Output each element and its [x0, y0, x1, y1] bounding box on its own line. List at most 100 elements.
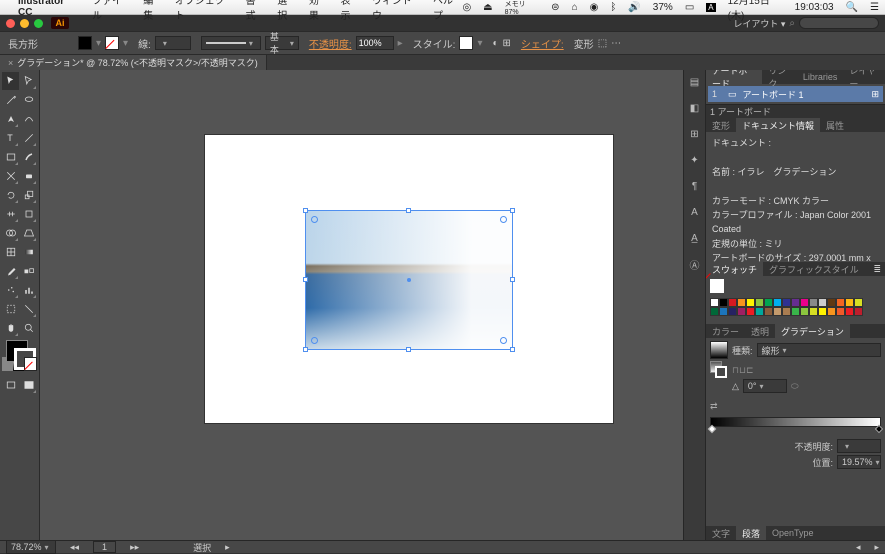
screen-mode-toggle[interactable] — [20, 376, 37, 394]
tab-transform[interactable]: 変形 — [706, 118, 736, 132]
nav-next-icon[interactable]: ▸▸ — [130, 542, 139, 553]
opacity-field[interactable]: 100% — [356, 36, 394, 50]
swatch-color[interactable] — [782, 298, 791, 307]
gradient-fill-stroke[interactable] — [710, 361, 728, 379]
close-tab-icon[interactable]: × — [8, 58, 13, 68]
swatch-color[interactable] — [854, 307, 863, 316]
swatch-color[interactable] — [800, 307, 809, 316]
volume-icon[interactable]: 🔊 — [628, 2, 640, 13]
dock-item[interactable]: Ⓐ — [687, 256, 703, 272]
align-icon[interactable]: ⊞ — [503, 38, 511, 49]
swatch-color[interactable] — [728, 298, 737, 307]
stroke-swatch[interactable] — [105, 36, 119, 50]
artboard-tool[interactable] — [2, 300, 19, 318]
menubar-time[interactable]: 19:03:03 — [795, 2, 834, 13]
line-tool[interactable] — [20, 129, 37, 147]
isolate-icon[interactable]: ⬚ — [598, 38, 607, 49]
swatch-color[interactable] — [854, 298, 863, 307]
reverse-gradient-icon[interactable]: ⇄ — [710, 401, 718, 412]
swatch-none[interactable] — [710, 279, 724, 293]
stroke-weight-dropdown[interactable] — [155, 36, 191, 50]
recolor-icon[interactable]: ◐ — [492, 38, 498, 49]
canvas[interactable] — [40, 70, 683, 540]
spotlight-icon[interactable]: 🔍 — [846, 2, 858, 13]
notification-icon[interactable]: ☰ — [870, 2, 879, 13]
free-transform-tool[interactable] — [20, 205, 37, 223]
color-mode-none[interactable] — [24, 357, 37, 371]
aspect-icon[interactable]: ⬭ — [791, 381, 799, 392]
dock-item[interactable]: ✦ — [687, 152, 703, 168]
ime-icon[interactable]: A — [706, 3, 715, 12]
dock-item[interactable]: ▤ — [687, 74, 703, 90]
dropbox-icon[interactable]: ⌂ — [572, 2, 578, 13]
bluetooth-icon[interactable]: ᛒ — [610, 2, 616, 13]
stop-position-field[interactable]: 19.57% — [837, 455, 881, 469]
tab-links[interactable]: リンク — [762, 70, 796, 84]
tab-graphic-styles[interactable]: グラフィックスタイル — [763, 262, 865, 276]
swatch-color[interactable] — [755, 298, 764, 307]
selection-bounds[interactable] — [305, 210, 513, 350]
scroll-right-icon[interactable]: ▸ — [874, 542, 879, 553]
dock-item[interactable]: A — [687, 204, 703, 220]
scroll-left-icon[interactable]: ◂ — [856, 542, 861, 553]
panel-view-icon[interactable]: ≣ — [869, 264, 885, 275]
swatch-color[interactable] — [764, 298, 773, 307]
swatch-color[interactable] — [746, 307, 755, 316]
swatch-color[interactable] — [764, 307, 773, 316]
swatch-color[interactable] — [809, 307, 818, 316]
brush-def-dropdown[interactable]: 基本 — [265, 36, 299, 50]
shape-link[interactable]: シェイプ: — [521, 36, 564, 51]
tab-attributes[interactable]: 属性 — [820, 118, 850, 132]
perspective-tool[interactable] — [20, 224, 37, 242]
swatch-color[interactable] — [791, 298, 800, 307]
misc-icon[interactable]: ⋯ — [611, 38, 621, 49]
width-tool[interactable] — [2, 205, 19, 223]
menu-file[interactable]: ファイル — [92, 0, 131, 22]
swatch-color[interactable] — [773, 298, 782, 307]
dock-item[interactable]: A̲ — [687, 230, 703, 246]
dock-item[interactable]: ⊞ — [687, 126, 703, 142]
line-icon[interactable]: ⊜ — [551, 2, 559, 13]
rotate-tool[interactable] — [2, 186, 19, 204]
artboard-nav-field[interactable]: 1 — [93, 541, 116, 553]
resize-handle[interactable] — [303, 208, 308, 213]
scale-tool[interactable] — [20, 186, 37, 204]
swatch-color[interactable] — [827, 307, 836, 316]
eyedropper-tool[interactable] — [2, 262, 19, 280]
menu-select[interactable]: 選択 — [277, 0, 297, 22]
tab-artboards[interactable]: アートボード — [706, 70, 762, 84]
swatch-color[interactable] — [836, 307, 845, 316]
blend-tool[interactable] — [20, 262, 37, 280]
curvature-tool[interactable] — [20, 110, 37, 128]
swatch-color[interactable] — [737, 307, 746, 316]
swatch-color[interactable] — [719, 307, 728, 316]
swatch-color[interactable] — [809, 298, 818, 307]
gradient-type-dropdown[interactable]: 線形 — [757, 343, 881, 357]
selection-tool[interactable] — [2, 72, 19, 90]
menu-app[interactable]: Illustrator CC — [18, 0, 80, 18]
wifi-icon[interactable]: ◉ — [590, 2, 599, 13]
magic-wand-tool[interactable] — [2, 91, 19, 109]
menu-help[interactable]: ヘルプ — [433, 0, 462, 22]
screen-mode-normal[interactable] — [2, 376, 19, 394]
workspace-switcher[interactable]: レイアウト ▾ — [733, 17, 785, 30]
artboard-row[interactable]: 1 ▭ アートボード 1 ⊞ — [708, 86, 883, 102]
nav-prev-icon[interactable]: ◂◂ — [70, 542, 79, 553]
menu-view[interactable]: 表示 — [340, 0, 360, 22]
zoom-level-dropdown[interactable]: 78.72% — [6, 540, 56, 554]
dock-item[interactable]: ¶ — [687, 178, 703, 194]
resize-handle[interactable] — [303, 277, 308, 282]
tab-gradient[interactable]: グラデーション — [775, 324, 850, 338]
hand-tool[interactable] — [2, 319, 19, 337]
stroke-grad-icon[interactable]: ⊓⊔⊏ — [732, 365, 754, 376]
tab-opentype[interactable]: OpenType — [766, 526, 820, 540]
rotate-handle[interactable] — [311, 216, 318, 223]
swatch-color[interactable] — [737, 298, 746, 307]
eraser-tool[interactable] — [20, 167, 37, 185]
artboard-options-icon[interactable]: ⊞ — [871, 89, 879, 100]
swatch-color[interactable] — [818, 307, 827, 316]
tab-paragraph[interactable]: 段落 — [736, 526, 766, 540]
dock-item[interactable]: ◧ — [687, 100, 703, 116]
swatch-color[interactable] — [836, 298, 845, 307]
shape-builder-tool[interactable] — [2, 224, 19, 242]
